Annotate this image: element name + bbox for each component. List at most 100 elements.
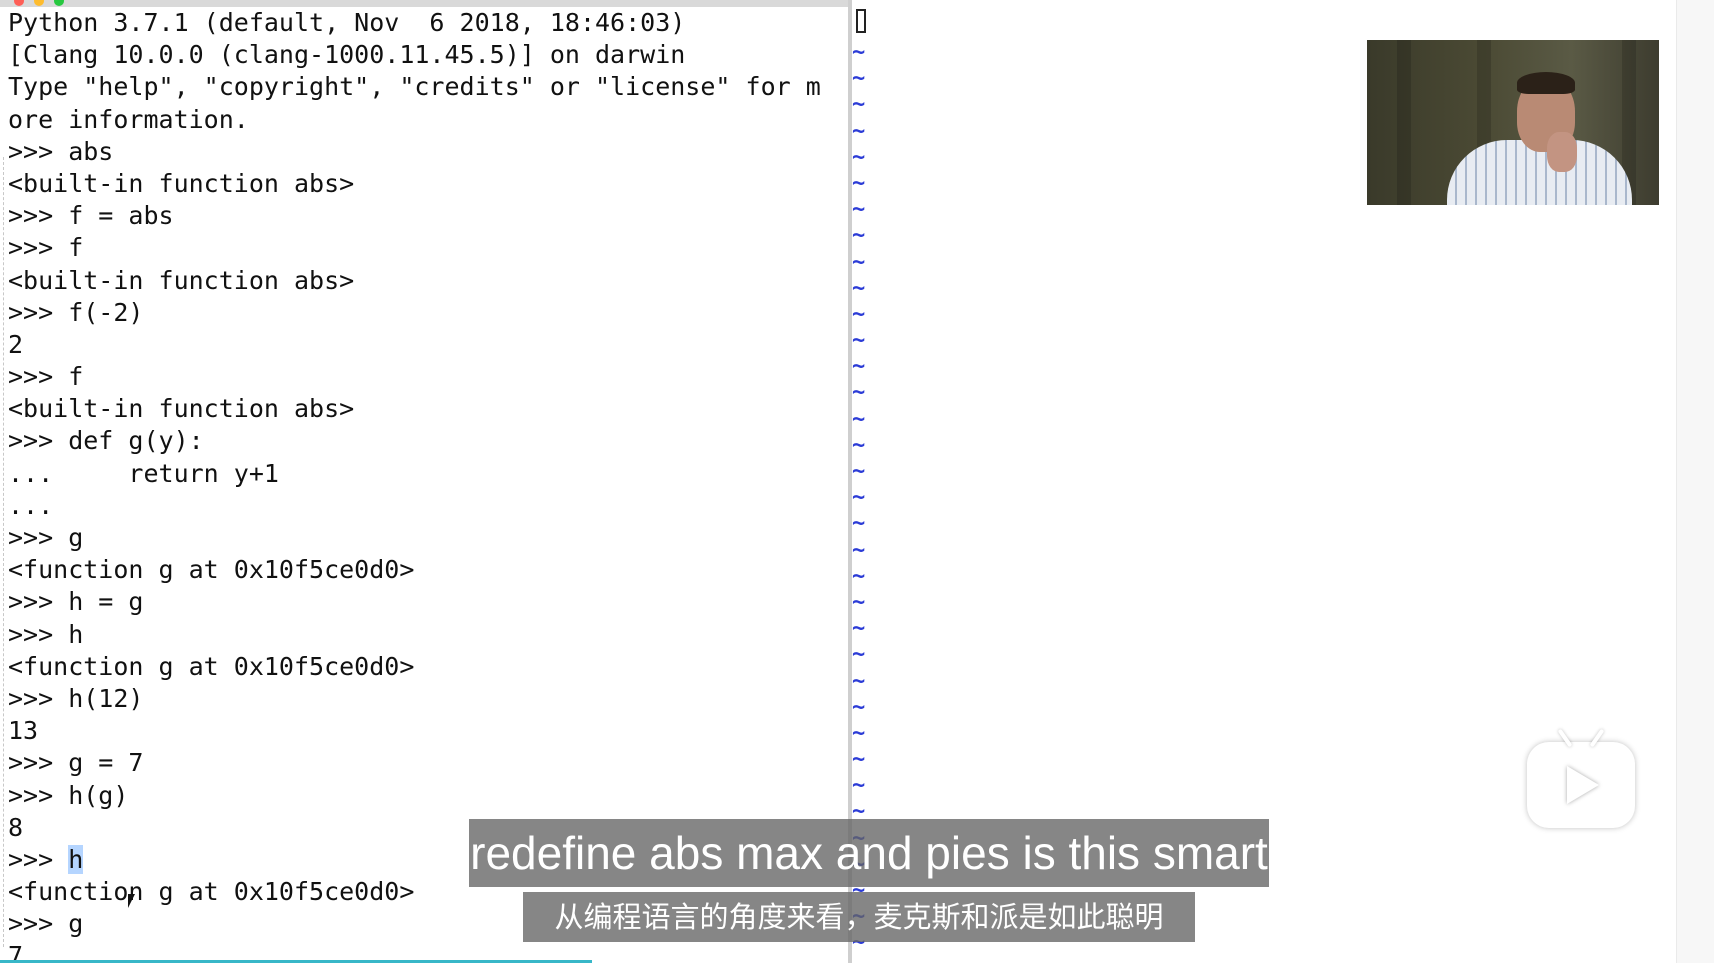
close-window-icon[interactable] xyxy=(14,0,24,6)
right-scroll-edge[interactable] xyxy=(1676,0,1714,963)
minimize-window-icon[interactable] xyxy=(34,0,44,6)
presenter-hair xyxy=(1517,72,1575,94)
vim-tilde: ~ xyxy=(852,537,866,563)
vim-tilde: ~ xyxy=(852,66,866,92)
terminal-line-text: >>> h xyxy=(8,619,84,649)
selected-text[interactable]: h xyxy=(68,844,84,874)
terminal-line-text: 13 xyxy=(8,716,39,746)
terminal-gutter xyxy=(3,157,5,947)
presenter-hand xyxy=(1547,132,1577,172)
webcam-overlay xyxy=(1367,40,1659,205)
terminal-line-text: >>> f(-2) xyxy=(8,297,144,327)
vim-tilde: ~ xyxy=(852,249,866,275)
terminal-line: >>> abs xyxy=(8,136,821,168)
vim-tilde: ~ xyxy=(852,406,866,432)
background-curtain xyxy=(1397,40,1411,205)
terminal-line: <built-in function abs> xyxy=(8,393,821,425)
vim-tilde: ~ xyxy=(852,459,866,484)
vim-tilde: ~ xyxy=(852,170,866,196)
terminal-line-text: <function g at 0x10f5ce0d0> xyxy=(8,651,415,681)
vim-tilde: ~ xyxy=(852,563,866,589)
terminal-line-text: 2 xyxy=(8,329,24,359)
terminal-line: >>> g xyxy=(8,522,821,554)
terminal-line: ... return y+1 xyxy=(8,458,821,490)
terminal-line: <function g at 0x10f5ce0d0> xyxy=(8,554,821,586)
terminal-line-text: Type "help", "copyright", "credits" or "… xyxy=(8,72,821,102)
vim-tilde: ~ xyxy=(852,354,866,380)
mouse-pointer-icon xyxy=(128,894,135,908)
terminal-line-text: <built-in function abs> xyxy=(8,394,355,424)
terminal-line-text: >>> g xyxy=(8,523,84,552)
terminal-line: <built-in function abs> xyxy=(8,168,821,200)
screen: Python 3.7.1 (default, Nov 6 2018, 18:46… xyxy=(0,0,1714,963)
terminal-line: >>> f xyxy=(8,232,821,264)
terminal-line: Python 3.7.1 (default, Nov 6 2018, 18:46… xyxy=(8,7,821,39)
terminal-line-text: >>> abs xyxy=(8,136,114,166)
vim-tilde: ~ xyxy=(852,197,866,223)
terminal-line-text: >>> f xyxy=(8,362,84,392)
vim-tilde: ~ xyxy=(852,747,866,773)
vim-tilde: ~ xyxy=(852,118,866,144)
terminal-line: ... xyxy=(8,490,821,522)
terminal-line: >>> h xyxy=(8,619,821,651)
terminal-line: >>> f(-2) xyxy=(8,297,821,329)
vim-tilde: ~ xyxy=(852,223,866,249)
terminal-line-text: >>> f xyxy=(8,233,84,263)
subtitle-english: redefine abs max and pies is this smart xyxy=(469,819,1269,887)
terminal-line: >>> f = abs xyxy=(8,200,821,232)
vim-tilde: ~ xyxy=(852,694,866,720)
terminal-line-text: >>> def g(y): xyxy=(8,426,204,456)
vim-tilde: ~ xyxy=(852,380,866,406)
vim-tilde: ~ xyxy=(852,773,866,799)
terminal-line: [Clang 10.0.0 (clang-1000.11.45.5)] on d… xyxy=(8,39,821,71)
terminal-line-text: [Clang 10.0.0 (clang-1000.11.45.5)] on d… xyxy=(8,40,686,70)
terminal-line-text: >>> xyxy=(8,844,69,874)
vim-tilde: ~ xyxy=(852,720,866,746)
terminal-line-text: 8 xyxy=(8,812,24,842)
terminal-line-text: >>> g xyxy=(8,909,84,939)
terminal-line: 2 xyxy=(8,329,821,361)
terminal-line-text: <function g at 0x10f5ce0d0> xyxy=(8,555,415,585)
terminal-line: <function g at 0x10f5ce0d0> xyxy=(8,651,821,683)
terminal-line: ore information. xyxy=(8,104,821,136)
terminal-line-text: >>> h(12) xyxy=(8,683,144,713)
vim-tilde: ~ xyxy=(852,642,866,668)
terminal-line: >>> h = g xyxy=(8,586,821,618)
vim-tilde: ~ xyxy=(852,511,866,537)
vim-tilde: ~ xyxy=(852,92,866,118)
terminal-line: >>> g = 7 xyxy=(8,747,821,779)
terminal-line-text: <built-in function abs> xyxy=(8,168,355,198)
vim-tilde: ~ xyxy=(852,301,866,327)
play-triangle-icon xyxy=(1567,766,1599,804)
terminal-line-text: <function g at 0x10f5ce0d0> xyxy=(8,877,415,907)
terminal-line-text: >>> h(g) xyxy=(8,780,129,810)
vim-tilde: ~ xyxy=(852,144,866,170)
vim-tilde: ~ xyxy=(852,432,866,458)
terminal-line-text: >>> g = 7 xyxy=(8,748,144,778)
terminal-line-text: Python 3.7.1 (default, Nov 6 2018, 18:46… xyxy=(8,8,686,37)
vim-tilde: ~ xyxy=(852,589,866,615)
terminal-line: >>> def g(y): xyxy=(8,425,821,457)
vim-tilde: ~ xyxy=(852,668,866,694)
zoom-window-icon[interactable] xyxy=(54,0,64,6)
terminal-line: >>> f xyxy=(8,361,821,393)
terminal-line: 13 xyxy=(8,715,821,747)
terminal-line-text: ... xyxy=(8,490,54,520)
vim-tilde: ~ xyxy=(852,275,866,301)
terminal-line: <built-in function abs> xyxy=(8,265,821,297)
vim-tilde: ~ xyxy=(852,40,866,65)
terminal-line-text: ... return y+1 xyxy=(8,458,279,488)
terminal-line: >>> h(12) xyxy=(8,683,821,715)
subtitle-chinese: 从编程语言的角度来看，麦克斯和派是如此聪明 xyxy=(523,892,1195,942)
terminal-line-text: >>> h = g xyxy=(8,587,144,617)
terminal-line-text: <built-in function abs> xyxy=(8,265,355,295)
terminal-line-text: >>> f = abs xyxy=(8,201,174,231)
terminal-line-text: ore information. xyxy=(8,104,249,134)
vim-tilde: ~ xyxy=(852,485,866,511)
vim-cursor xyxy=(856,9,866,33)
vim-tilde: ~ xyxy=(852,616,866,642)
video-play-icon[interactable] xyxy=(1527,728,1635,828)
terminal-line: Type "help", "copyright", "credits" or "… xyxy=(8,71,821,103)
vim-tilde: ~ xyxy=(852,328,866,354)
terminal-line: >>> h(g) xyxy=(8,780,821,812)
